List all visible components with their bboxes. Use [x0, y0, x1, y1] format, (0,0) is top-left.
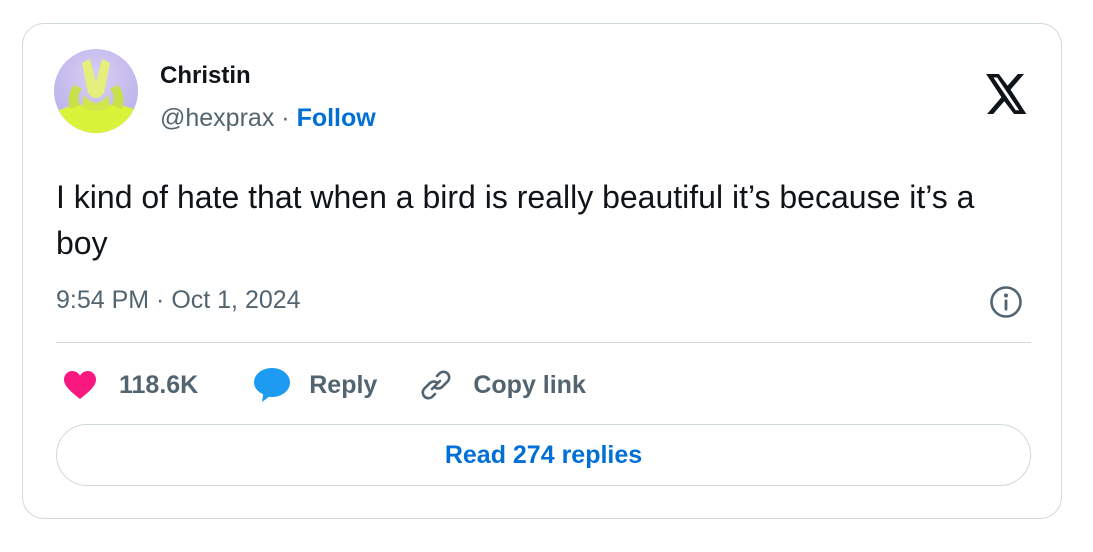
follow-button[interactable]: Follow: [297, 104, 376, 132]
speech-bubble-icon: [254, 368, 291, 402]
read-replies-label: Read 274 replies: [444, 440, 643, 469]
info-icon[interactable]: [989, 285, 1023, 319]
heart-icon: [64, 370, 96, 399]
handle-separator: ·: [281, 104, 290, 132]
x-logo-icon[interactable]: [986, 74, 1028, 114]
like-count: 118.6K: [119, 370, 199, 399]
reply-button[interactable]: Reply: [254, 368, 377, 402]
avatar[interactable]: [54, 49, 138, 133]
link-icon: [421, 370, 451, 400]
author-handle-line: @hexprax · Follow: [160, 103, 376, 133]
tweet-text: I kind of hate that when a bird is reall…: [56, 179, 975, 261]
copy-link-button[interactable]: Copy link: [420, 369, 586, 401]
like-button[interactable]: 118.6K: [64, 370, 199, 400]
copy-link-label: Copy link: [473, 370, 586, 399]
read-replies-button[interactable]: Read 274 replies: [56, 424, 1031, 486]
tweet-timestamp[interactable]: 9:54 PM · Oct 1, 2024: [56, 285, 301, 315]
reply-label: Reply: [309, 370, 378, 399]
tweet-embed-card: Christin @hexprax · Follow I kind of hat…: [22, 23, 1062, 519]
avatar-image: [54, 49, 138, 133]
divider: [56, 342, 1031, 343]
author-display-name[interactable]: Christin: [160, 62, 251, 90]
action-bar: 118.6K Reply Copy link: [56, 366, 586, 404]
author-handle[interactable]: @hexprax: [160, 104, 274, 132]
